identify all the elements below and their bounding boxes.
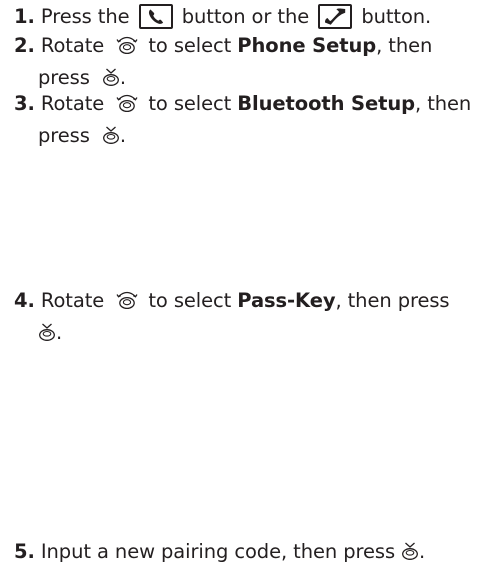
selector-knob-icon: [116, 92, 138, 121]
menu-item-name: Bluetooth Setup: [237, 92, 415, 115]
step-text: to select: [148, 34, 232, 57]
step-number: 2.: [14, 34, 35, 57]
step-text: , then: [376, 34, 433, 57]
step-text: press: [38, 124, 90, 147]
step-text: .: [56, 321, 63, 344]
step-text: Rotate: [40, 289, 105, 312]
step-text: .: [119, 124, 127, 147]
step-text: Rotate: [40, 34, 105, 57]
step-number: 5.: [14, 540, 35, 563]
step-4: 4. Rotate to select Pass-Key, then press…: [14, 286, 474, 350]
step-text: button or the: [181, 5, 310, 28]
step-5: 5. Input a new pairing code, then press.: [14, 537, 474, 569]
phone-pickup-icon: [138, 4, 173, 29]
menu-item-name: Phone Setup: [237, 34, 377, 57]
step-number: 1.: [14, 5, 35, 28]
step-text: .: [419, 540, 426, 563]
enter-button-icon: [102, 124, 120, 153]
step-text: to select: [148, 289, 232, 312]
enter-button-icon: [38, 321, 56, 350]
menu-item-name: Pass-Key: [237, 289, 336, 312]
enter-button-icon: [401, 540, 419, 569]
instruction-steps: 1. Press the button or the button. 2. Ro…: [0, 0, 479, 568]
step-text: .: [119, 66, 127, 89]
step-2: 2. Rotate to select Phone Setup, then pr…: [14, 31, 474, 95]
step-3: 3. Rotate to select Bluetooth Setup, the…: [14, 89, 474, 153]
phone-hangup-icon: [318, 4, 353, 29]
step-continuation: .: [14, 318, 474, 350]
step-text: Input a new pairing code, then press: [40, 540, 396, 563]
step-text: press: [38, 66, 90, 89]
selector-knob-icon: [116, 34, 138, 63]
step-continuation: press .: [14, 121, 474, 153]
step-number: 4.: [14, 289, 35, 312]
step-number: 3.: [14, 92, 35, 115]
step-text: , then: [415, 92, 472, 115]
step-text: to select: [148, 92, 232, 115]
step-text: Press the: [40, 5, 130, 28]
step-text: , then press: [335, 289, 450, 312]
step-text: Rotate: [40, 92, 105, 115]
step-1: 1. Press the button or the button.: [14, 2, 474, 31]
step-text: button.: [361, 5, 432, 28]
selector-knob-icon: [116, 289, 138, 318]
